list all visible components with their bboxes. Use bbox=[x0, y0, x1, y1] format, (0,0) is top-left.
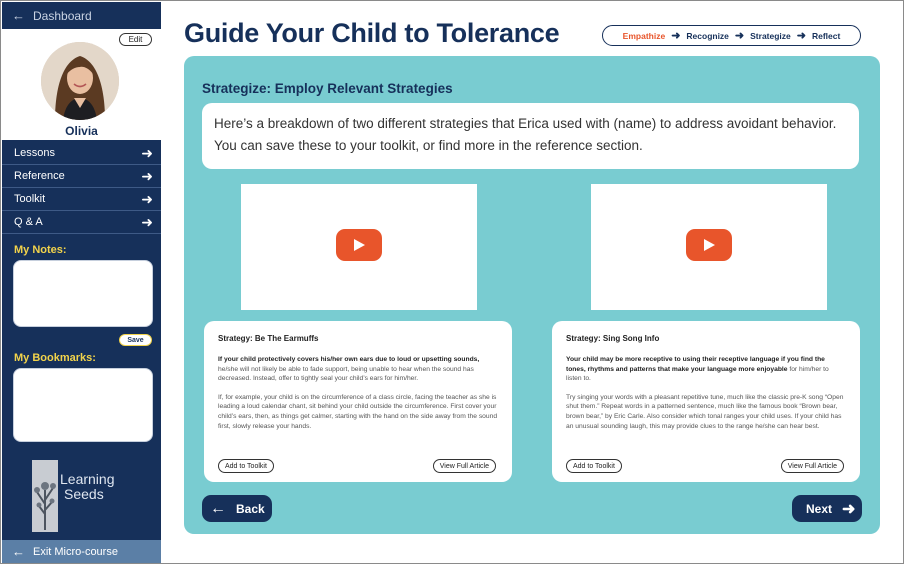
avatar-image bbox=[41, 42, 119, 120]
arrow-left-icon: ← bbox=[210, 499, 226, 517]
logo-text: Learning Seeds bbox=[60, 472, 115, 502]
content-panel: Strategize: Employ Relevant Strategies H… bbox=[184, 56, 880, 534]
strategy-card-earmuffs: Strategy: Be The Earmuffs If your child … bbox=[204, 321, 512, 482]
step-reflect[interactable]: Reflect bbox=[810, 31, 842, 41]
section-heading: Strategize: Employ Relevant Strategies bbox=[202, 81, 453, 96]
back-button[interactable]: ← Back bbox=[202, 495, 272, 522]
arrow-right-icon: ➜ bbox=[141, 167, 153, 184]
page-title: Guide Your Child to Tolerance bbox=[184, 18, 560, 48]
play-button[interactable] bbox=[686, 229, 732, 261]
intro-text: Here’s a breakdown of two different stra… bbox=[202, 103, 859, 169]
profile-card: Edit Olivia bbox=[2, 29, 161, 140]
sidebar-item-label: Toolkit bbox=[14, 193, 46, 205]
card-paragraph: If, for example, your child is on the ci… bbox=[218, 393, 498, 430]
add-to-toolkit-button[interactable]: Add to Toolkit bbox=[566, 459, 622, 473]
exit-label: Exit Micro-course bbox=[33, 545, 118, 558]
card-paragraph: Your child may be more receptive to usin… bbox=[566, 355, 846, 384]
video-player-1[interactable] bbox=[241, 184, 477, 310]
save-notes-button[interactable]: Save bbox=[119, 334, 152, 346]
learning-seeds-logo: Learning Seeds bbox=[32, 460, 122, 532]
sidebar-item-reference[interactable]: Reference ➜ bbox=[2, 165, 161, 188]
sidebar-item-qa[interactable]: Q & A ➜ bbox=[2, 211, 161, 234]
play-button[interactable] bbox=[336, 229, 382, 261]
notes-label: My Notes: bbox=[14, 244, 67, 256]
next-button[interactable]: Next ➜ bbox=[792, 495, 862, 522]
sidebar-item-toolkit[interactable]: Toolkit ➜ bbox=[2, 188, 161, 211]
arrow-right-icon: ➜ bbox=[141, 213, 153, 230]
username: Olivia bbox=[65, 124, 98, 138]
sidebar: ← Dashboard Edit Olivia Lessons ➜ Refere… bbox=[2, 2, 161, 563]
arrow-right-icon: ➜ bbox=[734, 30, 745, 42]
sidebar-item-label: Q & A bbox=[14, 216, 43, 228]
arrow-right-icon: ➜ bbox=[796, 30, 806, 42]
logo-text-line2: Seeds bbox=[64, 486, 104, 502]
step-strategize[interactable]: Strategize bbox=[748, 31, 793, 41]
logo-text-line1: Learning bbox=[60, 471, 115, 487]
dashboard-link[interactable]: ← Dashboard bbox=[2, 2, 161, 29]
play-icon bbox=[354, 239, 365, 251]
view-full-article-button[interactable]: View Full Article bbox=[432, 459, 496, 473]
video-player-2[interactable] bbox=[591, 184, 827, 310]
card-paragraph-rest: he/she will not likely be able to fade s… bbox=[218, 365, 474, 383]
next-label: Next bbox=[806, 501, 833, 516]
arrow-right-icon: ➜ bbox=[141, 190, 153, 207]
progress-steps: Empathize ➜ Recognize ➜ Strategize ➜ Ref… bbox=[602, 25, 861, 46]
play-icon bbox=[704, 239, 715, 251]
arrow-right-icon: ➜ bbox=[671, 30, 681, 42]
back-label: Back bbox=[236, 501, 265, 516]
step-recognize[interactable]: Recognize bbox=[684, 31, 731, 41]
avatar bbox=[41, 42, 119, 120]
arrow-left-icon: ← bbox=[12, 8, 25, 23]
strategy-card-sing-song: Strategy: Sing Song Info Your child may … bbox=[552, 321, 860, 482]
tree-logo-icon bbox=[32, 460, 58, 532]
card-title: Strategy: Sing Song Info bbox=[566, 334, 660, 343]
sidebar-item-label: Reference bbox=[14, 170, 65, 182]
arrow-left-icon: ← bbox=[12, 544, 25, 559]
bookmarks-label: My Bookmarks: bbox=[14, 352, 96, 364]
dashboard-label: Dashboard bbox=[33, 8, 92, 23]
card-paragraph: If your child protectively covers his/he… bbox=[218, 355, 498, 384]
add-to-toolkit-button[interactable]: Add to Toolkit bbox=[218, 459, 274, 473]
step-empathize[interactable]: Empathize bbox=[621, 31, 668, 41]
exit-micro-course-button[interactable]: ← Exit Micro-course bbox=[2, 540, 161, 563]
card-paragraph-bold: If your child protectively covers his/he… bbox=[218, 356, 480, 363]
edit-profile-button[interactable]: Edit bbox=[119, 33, 152, 46]
card-title: Strategy: Be The Earmuffs bbox=[218, 334, 319, 343]
bookmarks-box[interactable] bbox=[13, 368, 153, 442]
arrow-right-icon: ➜ bbox=[141, 144, 153, 161]
notes-textarea[interactable] bbox=[13, 260, 153, 327]
sidebar-item-label: Lessons bbox=[14, 147, 55, 159]
view-full-article-button[interactable]: View Full Article bbox=[780, 459, 844, 473]
card-paragraph: Try singing your words with a pleasant r… bbox=[566, 393, 844, 430]
app-window: ← Dashboard Edit Olivia Lessons ➜ Refere… bbox=[0, 0, 904, 564]
sidebar-item-lessons[interactable]: Lessons ➜ bbox=[2, 142, 161, 165]
arrow-right-icon: ➜ bbox=[842, 500, 856, 518]
